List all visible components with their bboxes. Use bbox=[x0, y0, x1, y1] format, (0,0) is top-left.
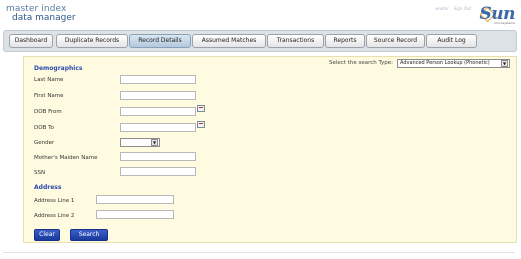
search-panel: Select the search Type: Advanced Person … bbox=[23, 56, 517, 243]
tab-assumed-matches[interactable]: Assumed Matches bbox=[192, 34, 266, 48]
app-logo: master index data manager bbox=[6, 5, 76, 23]
maiden-name-label: Mother's Maiden Name bbox=[34, 155, 98, 161]
main-tab-bar: Dashboard Duplicate Records Record Detai… bbox=[3, 30, 517, 52]
footer-divider bbox=[3, 252, 515, 253]
last-name-label: Last Name bbox=[34, 77, 64, 83]
sun-logo: Sun microsystems bbox=[480, 4, 516, 26]
dob-to-label: DOB To bbox=[34, 125, 54, 131]
chevron-down-icon[interactable]: ▼ bbox=[501, 60, 508, 67]
gender-select[interactable]: ▼ bbox=[120, 138, 160, 147]
first-name-input[interactable] bbox=[120, 91, 196, 100]
chevron-down-icon[interactable]: ▼ bbox=[151, 139, 158, 146]
ssn-label: SSN bbox=[34, 170, 46, 176]
address-line-2-label: Address Line 2 bbox=[34, 213, 75, 219]
tab-duplicate-records[interactable]: Duplicate Records bbox=[56, 34, 128, 48]
first-name-label: First Name bbox=[34, 93, 64, 99]
address-line-2-input[interactable] bbox=[96, 210, 174, 219]
clear-button[interactable]: Clear bbox=[34, 229, 60, 241]
tab-record-details[interactable]: Record Details bbox=[129, 34, 191, 48]
dob-from-input[interactable] bbox=[120, 107, 196, 116]
ssn-input[interactable] bbox=[120, 167, 196, 176]
search-type-value: Advanced Person Lookup (Phonetic) bbox=[400, 60, 490, 66]
logo-line-2: data manager bbox=[12, 13, 76, 23]
demographics-heading: Demographics bbox=[34, 65, 83, 72]
dob-from-label: DOB From bbox=[34, 109, 62, 115]
address-line-1-input[interactable] bbox=[96, 195, 174, 204]
address-heading: Address bbox=[34, 184, 62, 191]
sun-logo-subtext: microsystems bbox=[494, 21, 515, 25]
address-line-1-label: Address Line 1 bbox=[34, 198, 75, 204]
search-button[interactable]: Search bbox=[70, 229, 108, 241]
gender-label: Gender bbox=[34, 140, 55, 146]
last-name-input[interactable] bbox=[120, 75, 196, 84]
search-type-select[interactable]: Advanced Person Lookup (Phonetic) ▼ bbox=[397, 59, 510, 68]
tab-transactions[interactable]: Transactions bbox=[267, 34, 324, 48]
maiden-name-input[interactable] bbox=[120, 152, 196, 161]
calendar-icon[interactable] bbox=[197, 121, 205, 128]
calendar-icon[interactable] bbox=[197, 105, 205, 112]
tab-reports[interactable]: Reports bbox=[325, 34, 365, 48]
search-type-label: Select the search Type: bbox=[329, 60, 393, 66]
dob-to-input[interactable] bbox=[120, 123, 196, 132]
tab-dashboard[interactable]: Dashboard bbox=[9, 34, 53, 48]
tab-source-record[interactable]: Source Record bbox=[366, 34, 425, 48]
sign-out-link[interactable]: Sign Out bbox=[454, 6, 471, 11]
tab-audit-log[interactable]: Audit Log bbox=[426, 34, 477, 48]
user-links: wndmi Sign Out bbox=[431, 6, 471, 11]
username: wndmi bbox=[435, 6, 449, 11]
